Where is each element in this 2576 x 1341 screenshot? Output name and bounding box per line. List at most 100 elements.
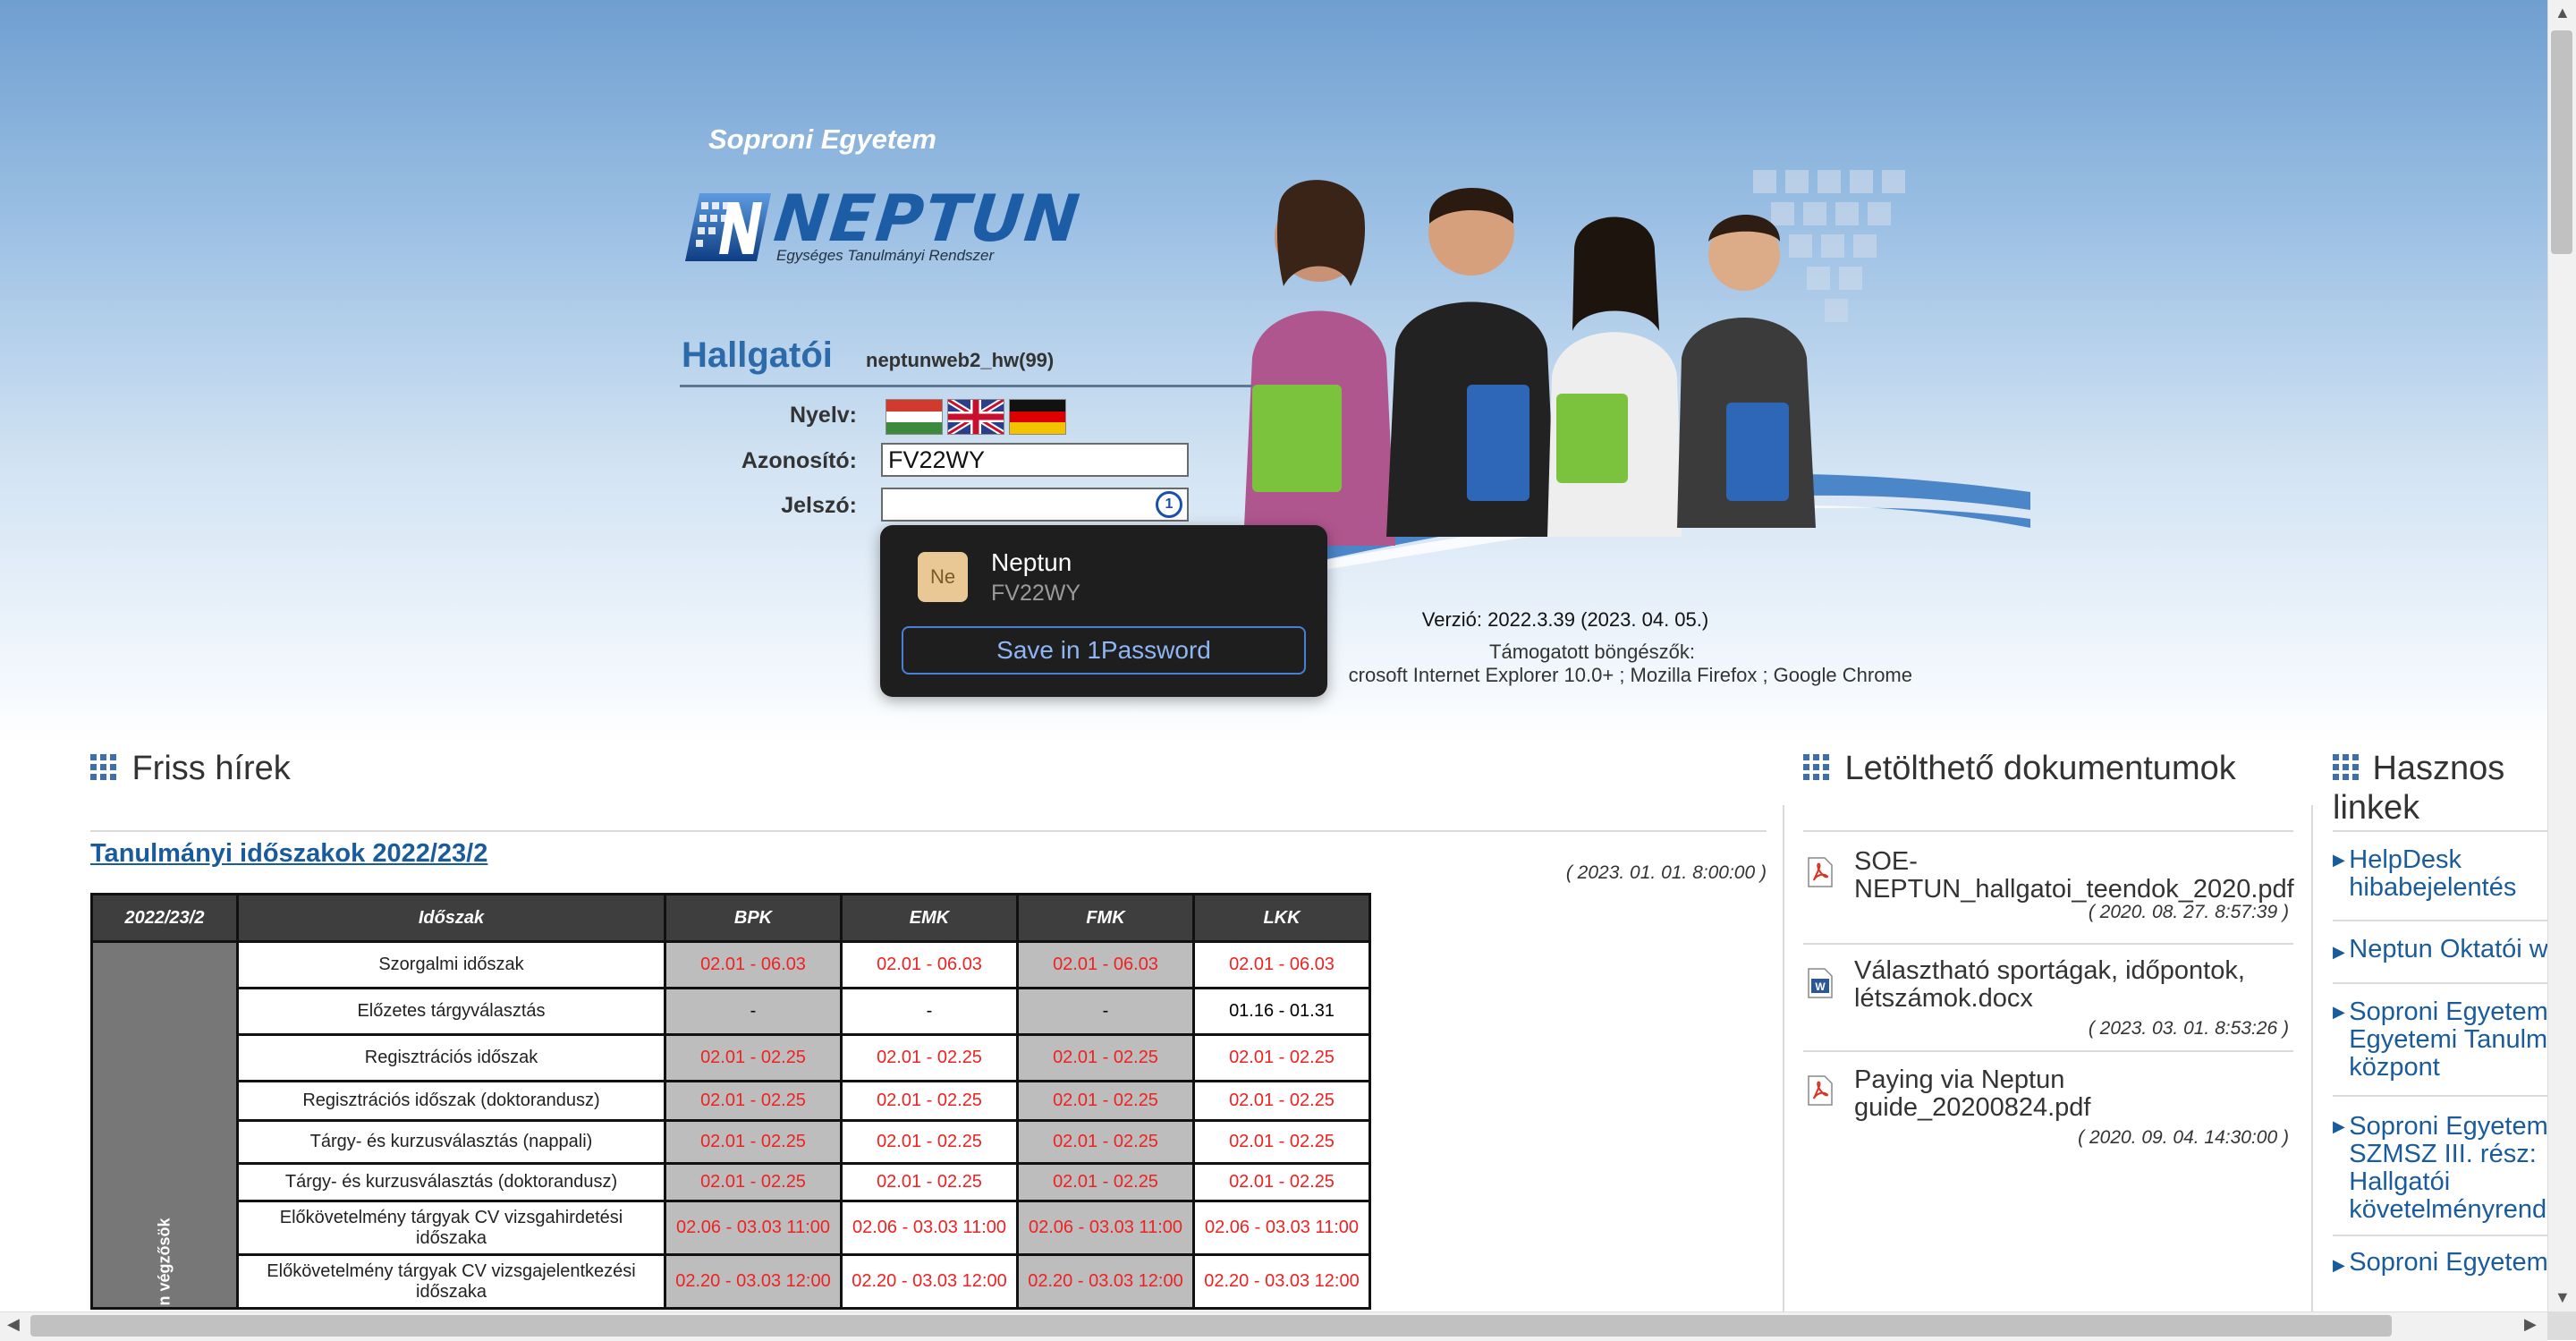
date-cell: 02.01 - 02.25	[664, 1033, 843, 1082]
date-cell: 02.01 - 02.25	[1016, 1119, 1195, 1165]
links-list: ▶ HelpDesk hibabejelentés ▶ Neptun Oktat…	[2333, 844, 2547, 1290]
arrow-right-icon: ▶	[2333, 1003, 2345, 1021]
date-cell: 02.20 - 03.03 12:00	[1016, 1253, 1195, 1310]
neptun-logo	[683, 190, 773, 265]
date-cell: 02.06 - 03.03 11:00	[1192, 1200, 1371, 1256]
table-side-label-cell: n végzősök	[90, 940, 239, 1310]
table-row: Regisztrációs időszak (doktorandusz) 02.…	[92, 1080, 1371, 1122]
news-item-date: ( 2023. 01. 01. 8:00:00 )	[1565, 862, 1767, 883]
news-header: Friss hírek	[90, 750, 291, 788]
link-item[interactable]: ▶ HelpDesk hibabejelentés	[2333, 844, 2547, 921]
table-row: n végzősök Szorgalmi időszak 02.01 - 06.…	[90, 940, 1371, 1310]
scroll-left-arrow-icon[interactable]: ◀	[7, 1315, 20, 1334]
link-item[interactable]: ▶ Soproni Egyetem Egyetemi Tanulmá közpo…	[2333, 984, 2547, 1097]
horizontal-scrollbar-thumb[interactable]	[30, 1315, 2392, 1337]
period-cell: Tárgy- és kurzusválasztás (nappali)	[236, 1119, 666, 1165]
version-text: Verzió: 2022.3.39 (2023. 04. 05.)	[1421, 608, 1709, 631]
document-link[interactable]: SOE-NEPTUN_hallgatoi_teendok_2020.pdf	[1854, 848, 2294, 904]
link-label[interactable]: Soproni Egyetem Egyetemi Tanulmá központ	[2349, 998, 2547, 1082]
link-item[interactable]: ▶ Soproni Egyetem SZMSZ III. rész: Hallg…	[2333, 1097, 2547, 1236]
scroll-up-arrow-icon[interactable]: ▲	[2555, 4, 2571, 22]
date-cell: 02.01 - 02.25	[1192, 1033, 1371, 1082]
word-doc-icon: W	[1807, 968, 1834, 998]
date-cell: 02.06 - 03.03 11:00	[664, 1200, 843, 1256]
column-divider	[2311, 805, 2313, 1311]
pdf-icon	[1807, 1075, 1834, 1106]
date-cell: 02.01 - 02.25	[1192, 1119, 1371, 1165]
table-side-label: n végzősök	[155, 1218, 174, 1306]
date-cell: 02.01 - 02.25	[664, 1162, 843, 1202]
links-title-line1: Hasznos	[2372, 750, 2505, 787]
table-row: Tárgy- és kurzusválasztás (nappali) 02.0…	[92, 1119, 1371, 1165]
period-cell: Előkövetelmény tárgyak CV vizsgajelentke…	[236, 1253, 666, 1310]
news-item-title-link[interactable]: Tanulmányi időszakok 2022/23/2	[90, 839, 487, 869]
document-date: ( 2020. 08. 27. 8:57:39 )	[2088, 902, 2289, 922]
date-cell: 02.01 - 06.03	[840, 940, 1019, 989]
documents-divider	[1803, 830, 2293, 832]
link-label[interactable]: HelpDesk hibabejelentés	[2349, 846, 2546, 902]
link-label[interactable]: Soproni Egyetem SZMSZ III. rész: Hallgat…	[2349, 1113, 2547, 1224]
date-cell: 01.16 - 01.31	[1192, 987, 1371, 1036]
links-divider	[2333, 830, 2547, 832]
scroll-right-arrow-icon[interactable]: ▶	[2524, 1315, 2537, 1334]
vertical-scrollbar-thumb[interactable]	[2551, 30, 2572, 254]
document-item: W Választható sportágak, időpontok, léts…	[1803, 945, 2293, 1052]
grid-icon	[2333, 754, 2360, 781]
password-input[interactable]	[881, 488, 1189, 522]
server-name: neptunweb2_hw(99)	[866, 349, 1055, 371]
popup-item-username: FV22WY	[991, 581, 1081, 606]
table-header-cell: EMK	[840, 893, 1019, 943]
document-item: SOE-NEPTUN_hallgatoi_teendok_2020.pdf ( …	[1803, 848, 2294, 945]
pdf-icon	[1807, 857, 1834, 887]
link-label[interactable]: Neptun Oktatói w	[2349, 935, 2547, 963]
popup-item-title[interactable]: Neptun	[991, 548, 1072, 577]
date-cell: 02.01 - 02.25	[1016, 1162, 1195, 1202]
document-list: SOE-NEPTUN_hallgatoi_teendok_2020.pdf ( …	[1803, 848, 2294, 1150]
period-cell: Regisztrációs időszak	[236, 1033, 666, 1082]
date-cell: 02.01 - 06.03	[664, 940, 843, 989]
table-row: Regisztrációs időszak 02.01 - 02.25 02.0…	[92, 1033, 1371, 1082]
link-item[interactable]: ▶ Soproni Egyetem	[2333, 1236, 2547, 1290]
header-divider	[680, 385, 1252, 387]
date-cell: 02.01 - 02.25	[840, 1033, 1019, 1082]
date-cell: -	[1016, 987, 1195, 1036]
date-cell: 02.20 - 03.03 12:00	[664, 1253, 843, 1310]
grid-icon	[1803, 754, 1830, 781]
date-cell: 02.01 - 06.03	[1192, 940, 1371, 989]
link-label[interactable]: Soproni Egyetem	[2349, 1248, 2547, 1277]
document-link[interactable]: Választható sportágak, időpontok, létszá…	[1854, 957, 2292, 1013]
date-cell: 02.01 - 02.25	[1016, 1080, 1195, 1122]
grid-icon	[90, 754, 117, 781]
period-cell: Előzetes tárgyválasztás	[236, 987, 666, 1036]
arrow-right-icon: ▶	[2333, 851, 2345, 869]
arrow-right-icon: ▶	[2333, 1256, 2345, 1274]
username-label: Azonosító:	[741, 448, 857, 473]
flag-german-icon[interactable]	[1009, 399, 1066, 435]
language-label: Nyelv:	[789, 403, 857, 428]
arrow-right-icon: ▶	[2333, 1117, 2345, 1135]
logo-subtitle: Egységes Tanulmányi Rendszer	[776, 247, 995, 264]
table-header-cell: 2022/23/2	[90, 893, 239, 943]
university-name: Soproni Egyetem	[708, 123, 936, 155]
arrow-right-icon: ▶	[2333, 943, 2345, 961]
username-input[interactable]	[881, 443, 1189, 477]
students-banner-image	[1199, 152, 2030, 590]
neptun-logo-icon	[685, 193, 771, 261]
flag-hungarian-icon[interactable]	[886, 399, 943, 435]
table-row: Tárgy- és kurzusválasztás (doktorandusz)…	[92, 1162, 1371, 1202]
link-item[interactable]: ▶ Neptun Oktatói w	[2333, 921, 2547, 984]
password-label: Jelszó:	[781, 493, 857, 518]
period-cell: Tárgy- és kurzusválasztás (doktorandusz)	[236, 1162, 666, 1202]
onepassword-icon[interactable]: 1	[1156, 491, 1182, 518]
flag-english-icon[interactable]	[946, 397, 1005, 437]
save-in-1password-button[interactable]: Save in 1Password	[902, 626, 1306, 675]
date-cell: 02.01 - 02.25	[664, 1080, 843, 1122]
table-row: Előzetes tárgyválasztás - - - 01.16 - 01…	[92, 987, 1371, 1036]
document-link[interactable]: Paying via Neptun guide_20200824.pdf	[1854, 1066, 2140, 1122]
date-cell: 02.20 - 03.03 12:00	[840, 1253, 1019, 1310]
date-cell: 02.06 - 03.03 11:00	[1016, 1200, 1195, 1256]
scroll-down-arrow-icon[interactable]: ▼	[2555, 1288, 2571, 1307]
date-cell: 02.01 - 02.25	[664, 1119, 843, 1165]
date-cell: 02.01 - 02.25	[840, 1080, 1019, 1122]
table-header-cell: BPK	[664, 893, 843, 943]
